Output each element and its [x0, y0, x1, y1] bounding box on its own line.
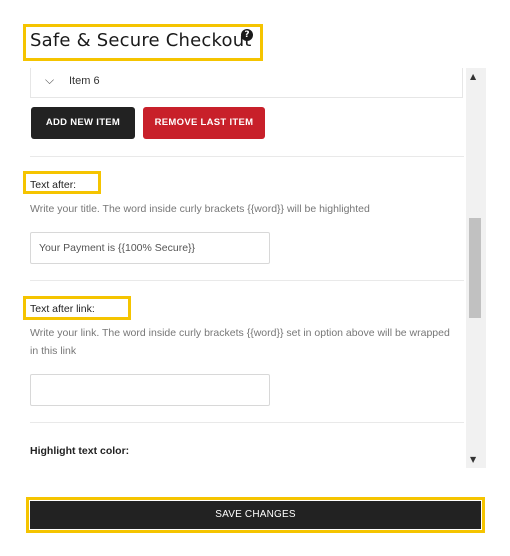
panel-scrollbar[interactable]: ▲ ▼	[466, 68, 486, 468]
text-after-input[interactable]: Your Payment is {{100% Secure}}	[30, 232, 270, 264]
text-after-description: Write your title. The word inside curly …	[30, 203, 370, 215]
highlight-text-color-label: Highlight text color:	[30, 445, 130, 457]
settings-panel: ⌵ Item 6 ADD NEW ITEM REMOVE LAST ITEM T…	[22, 68, 486, 468]
text-after-link-description: Write your link. The word inside curly b…	[30, 327, 450, 357]
scroll-down-arrow-icon[interactable]: ▼	[470, 455, 476, 464]
divider	[30, 156, 464, 157]
highlight-box-save	[26, 497, 485, 533]
highlight-box-text-after	[23, 171, 101, 194]
highlight-box-title	[23, 24, 263, 61]
add-new-item-button[interactable]: ADD NEW ITEM	[31, 107, 135, 139]
remove-last-item-button[interactable]: REMOVE LAST ITEM	[143, 107, 265, 139]
divider	[30, 280, 464, 281]
scroll-up-arrow-icon[interactable]: ▲	[470, 72, 476, 81]
accordion-item[interactable]: ⌵ Item 6	[30, 68, 463, 98]
text-after-link-input[interactable]	[30, 374, 270, 406]
chevron-down-icon: ⌵	[45, 73, 55, 87]
divider	[30, 422, 464, 423]
scrollbar-thumb[interactable]	[469, 218, 481, 318]
highlight-box-text-after-link	[23, 296, 131, 320]
accordion-item-label: Item 6	[69, 75, 100, 87]
